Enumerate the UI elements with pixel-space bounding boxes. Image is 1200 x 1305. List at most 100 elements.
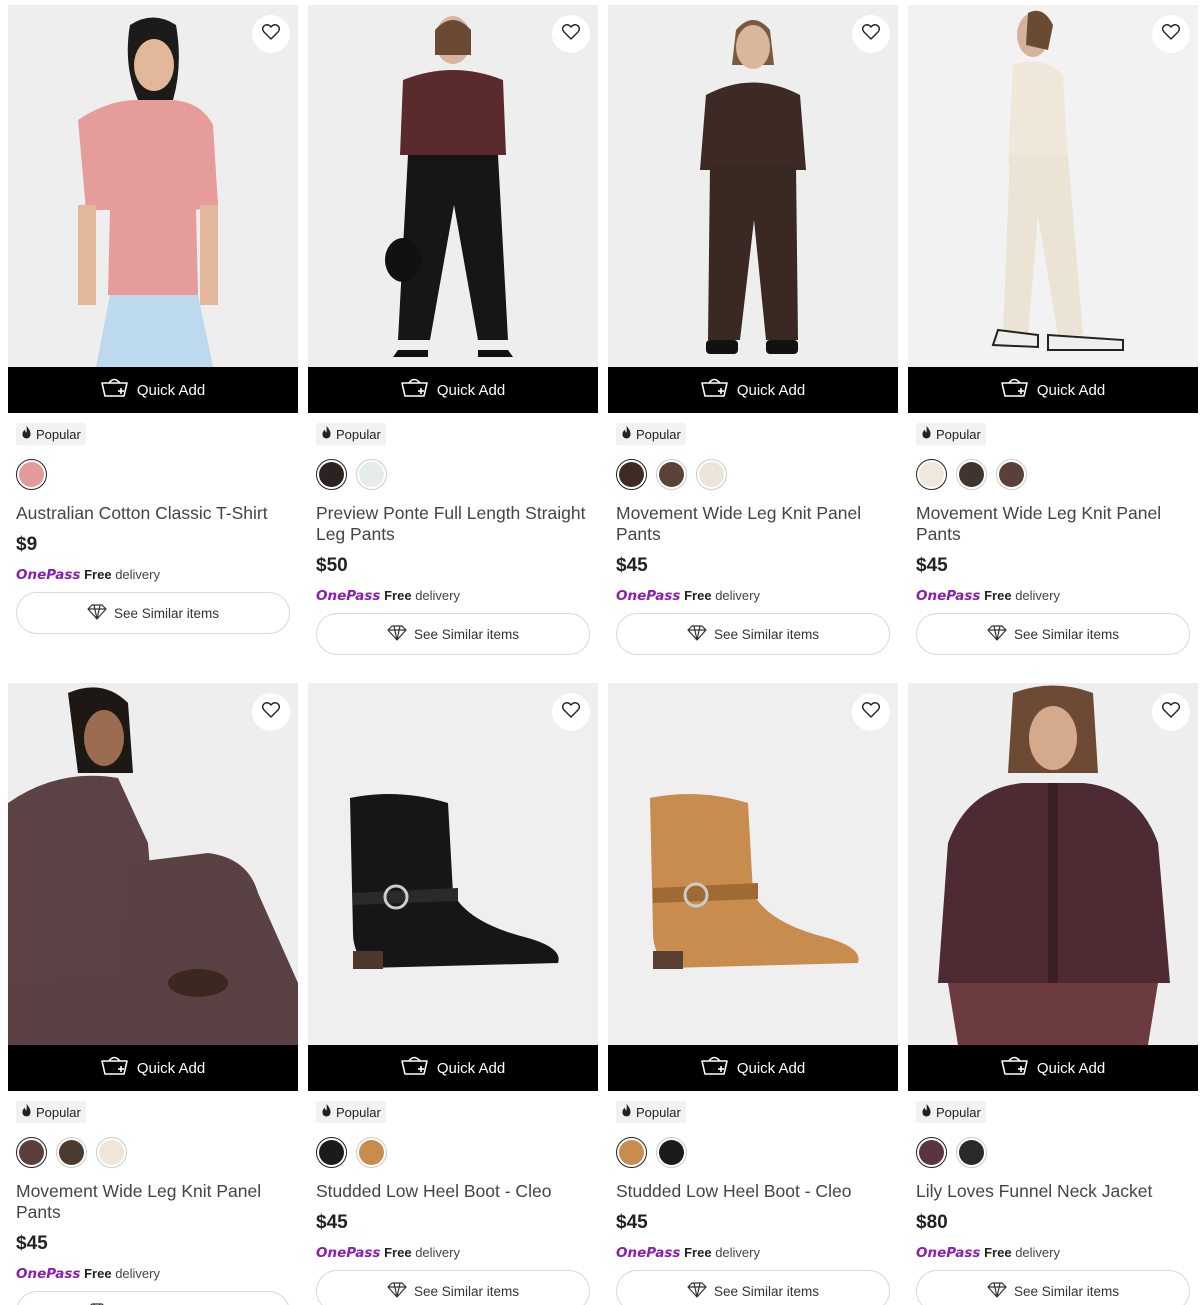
product-price: $9 bbox=[16, 534, 38, 555]
color-swatch[interactable] bbox=[696, 459, 727, 490]
quick-add-label: Quick Add bbox=[136, 381, 206, 399]
color-swatches bbox=[916, 459, 1190, 491]
popular-label: Popular bbox=[936, 1104, 981, 1120]
color-swatch[interactable] bbox=[916, 459, 947, 490]
wishlist-heart-button[interactable] bbox=[252, 693, 290, 731]
product-title[interactable]: Lily Loves Funnel Neck Jacket bbox=[916, 1181, 1190, 1202]
color-swatch[interactable] bbox=[996, 459, 1027, 490]
wishlist-heart-button[interactable] bbox=[1152, 15, 1190, 53]
free-label: Free bbox=[84, 1266, 112, 1281]
see-similar-button[interactable]: See Similar items bbox=[916, 1270, 1190, 1305]
product-title[interactable]: Movement Wide Leg Knit Panel Pants bbox=[916, 503, 1190, 545]
color-swatch[interactable] bbox=[916, 1137, 947, 1168]
quick-add-button[interactable]: Quick Add bbox=[908, 367, 1198, 413]
quick-add-button[interactable]: Quick Add bbox=[8, 1045, 298, 1091]
color-swatch[interactable] bbox=[96, 1137, 127, 1168]
free-label: Free bbox=[984, 588, 1012, 603]
delivery-label: delivery bbox=[1015, 588, 1060, 603]
onepass-delivery: OnePass Free delivery bbox=[316, 588, 590, 604]
wishlist-heart-button[interactable] bbox=[1152, 693, 1190, 731]
product-card[interactable]: Quick Add Popular Movement Wide Leg Knit… bbox=[608, 5, 898, 655]
flame-icon bbox=[921, 426, 932, 442]
product-image[interactable] bbox=[908, 683, 1198, 1045]
color-swatch[interactable] bbox=[656, 459, 687, 490]
delivery-label: delivery bbox=[1015, 1245, 1060, 1260]
free-label: Free bbox=[384, 1245, 412, 1260]
color-swatch[interactable] bbox=[16, 459, 47, 490]
flame-icon bbox=[321, 426, 332, 442]
product-title[interactable]: Movement Wide Leg Knit Panel Pants bbox=[616, 503, 890, 545]
heart-icon bbox=[1161, 701, 1181, 723]
color-swatch[interactable] bbox=[56, 1137, 87, 1168]
onepass-logo: OnePass bbox=[316, 1245, 381, 1261]
product-card[interactable]: Quick Add Popular Studded Low Heel Boot … bbox=[608, 683, 898, 1305]
color-swatch[interactable] bbox=[16, 1137, 47, 1168]
popular-badge: Popular bbox=[616, 423, 686, 445]
product-card[interactable]: Quick Add Popular Preview Ponte Full Len… bbox=[308, 5, 598, 655]
quick-add-button[interactable]: Quick Add bbox=[908, 1045, 1198, 1091]
product-card[interactable]: Quick Add Popular Studded Low Heel Boot … bbox=[308, 683, 598, 1305]
product-title[interactable]: Studded Low Heel Boot - Cleo bbox=[616, 1181, 890, 1202]
onepass-logo: OnePass bbox=[16, 567, 81, 583]
product-image[interactable] bbox=[308, 683, 598, 1045]
onepass-logo: OnePass bbox=[616, 588, 681, 604]
color-swatch[interactable] bbox=[616, 1137, 647, 1168]
onepass-delivery: OnePass Free delivery bbox=[616, 588, 890, 604]
color-swatch[interactable] bbox=[356, 1137, 387, 1168]
product-grid: Quick Add Popular Australian Cotton Clas… bbox=[0, 0, 1200, 1305]
product-image[interactable] bbox=[8, 5, 298, 367]
onepass-logo: OnePass bbox=[316, 588, 381, 604]
quick-add-button[interactable]: Quick Add bbox=[608, 367, 898, 413]
basket-icon bbox=[1001, 1056, 1028, 1080]
color-swatch[interactable] bbox=[656, 1137, 687, 1168]
color-swatch[interactable] bbox=[356, 459, 387, 490]
basket-icon bbox=[701, 1056, 728, 1080]
product-image[interactable] bbox=[8, 683, 298, 1045]
see-similar-button[interactable]: See Similar items bbox=[616, 1270, 890, 1305]
heart-icon bbox=[861, 701, 881, 723]
color-swatch[interactable] bbox=[316, 459, 347, 490]
quick-add-button[interactable]: Quick Add bbox=[608, 1045, 898, 1091]
delivery-label: delivery bbox=[115, 567, 160, 582]
quick-add-button[interactable]: Quick Add bbox=[308, 1045, 598, 1091]
color-swatch[interactable] bbox=[616, 459, 647, 490]
product-title[interactable]: Studded Low Heel Boot - Cleo bbox=[316, 1181, 590, 1202]
see-similar-button[interactable]: See Similar items bbox=[916, 613, 1190, 655]
basket-icon bbox=[101, 1056, 128, 1080]
quick-add-label: Quick Add bbox=[136, 1059, 206, 1077]
wishlist-heart-button[interactable] bbox=[552, 15, 590, 53]
see-similar-button[interactable]: See Similar items bbox=[316, 1270, 590, 1305]
product-photo bbox=[8, 683, 298, 1045]
wishlist-heart-button[interactable] bbox=[252, 15, 290, 53]
wishlist-heart-button[interactable] bbox=[852, 693, 890, 731]
delivery-label: delivery bbox=[415, 1245, 460, 1260]
wishlist-heart-button[interactable] bbox=[852, 15, 890, 53]
product-title[interactable]: Movement Wide Leg Knit Panel Pants bbox=[16, 1181, 290, 1223]
product-card[interactable]: Quick Add Popular Lily Loves Funnel Neck… bbox=[908, 683, 1198, 1305]
see-similar-button[interactable]: See Similar items bbox=[316, 613, 590, 655]
product-card[interactable]: Quick Add Popular Movement Wide Leg Knit… bbox=[908, 5, 1198, 655]
popular-badge: Popular bbox=[16, 423, 86, 445]
quick-add-button[interactable]: Quick Add bbox=[8, 367, 298, 413]
see-similar-button[interactable]: See Similar items bbox=[16, 1291, 290, 1305]
heart-icon bbox=[261, 701, 281, 723]
free-label: Free bbox=[684, 588, 712, 603]
product-title[interactable]: Preview Ponte Full Length Straight Leg P… bbox=[316, 503, 590, 545]
product-title[interactable]: Australian Cotton Classic T-Shirt bbox=[16, 503, 290, 524]
product-image[interactable] bbox=[608, 5, 898, 367]
product-image[interactable] bbox=[908, 5, 1198, 367]
product-image[interactable] bbox=[308, 5, 598, 367]
product-image[interactable] bbox=[608, 683, 898, 1045]
color-swatch[interactable] bbox=[956, 459, 987, 490]
product-card[interactable]: Quick Add Popular Movement Wide Leg Knit… bbox=[8, 683, 298, 1305]
color-swatches bbox=[916, 1137, 1190, 1169]
product-card[interactable]: Quick Add Popular Australian Cotton Clas… bbox=[8, 5, 298, 634]
color-swatch[interactable] bbox=[316, 1137, 347, 1168]
see-similar-button[interactable]: See Similar items bbox=[16, 592, 290, 634]
quick-add-button[interactable]: Quick Add bbox=[308, 367, 598, 413]
color-swatch[interactable] bbox=[956, 1137, 987, 1168]
wishlist-heart-button[interactable] bbox=[552, 693, 590, 731]
product-price: $80 bbox=[916, 1212, 948, 1233]
diamond-icon bbox=[687, 624, 707, 644]
see-similar-button[interactable]: See Similar items bbox=[616, 613, 890, 655]
